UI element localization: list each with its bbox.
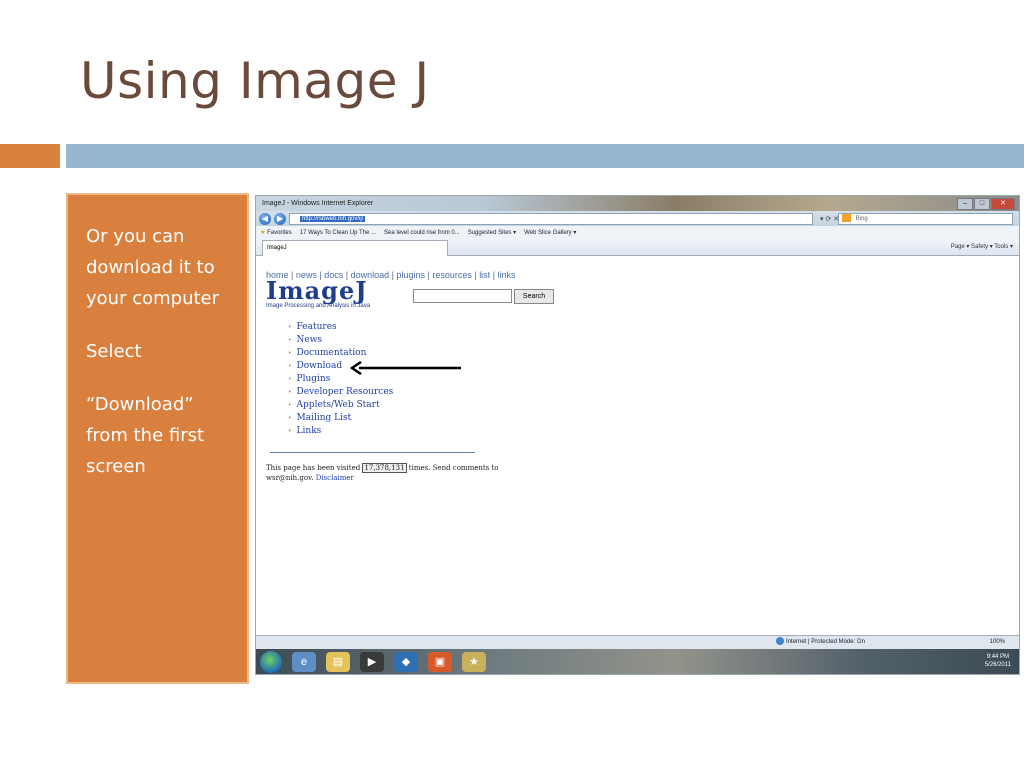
window-controls: – □ ✕ — [957, 198, 1015, 210]
favorite-item-3[interactable]: Suggested Sites ▾ — [468, 226, 516, 240]
tagline: Image Processing and Analysis in Java — [266, 303, 371, 309]
tab-imagej[interactable]: ImageJ — [262, 240, 448, 256]
favorites-label: Favorites — [267, 230, 292, 236]
favorite-item-2[interactable]: Sea level could rise from 0... — [384, 226, 460, 240]
favorite-item-1[interactable]: 17 Ways To Clean Up The ... — [300, 226, 376, 240]
zoom-level[interactable]: 100% — [990, 636, 1005, 649]
link-news[interactable]: News — [288, 334, 1009, 347]
site-search-button[interactable]: Search — [514, 289, 554, 304]
site-search-input[interactable] — [413, 289, 512, 303]
close-button[interactable]: ✕ — [991, 198, 1015, 210]
imagej-app-icon[interactable]: ★ — [462, 651, 486, 672]
back-icon[interactable]: ◀ — [259, 212, 271, 225]
search-placeholder: Bing — [855, 216, 868, 222]
browser-screenshot: ImageJ - Windows Internet Explorer – □ ✕… — [255, 195, 1020, 675]
address-row: ◀ ▶ http://rsbweb.nih.gov/ij/ ▾ ⟳ ✕ Bing — [256, 211, 1019, 226]
folder-icon[interactable]: ▤ — [326, 651, 350, 672]
pointer-arrow-icon — [349, 361, 461, 375]
url-text: http://rsbweb.nih.gov/ij/ — [300, 215, 366, 222]
clock-time: 9:44 PM — [986, 654, 1010, 660]
favorites-bar: ★ Favorites 17 Ways To Clean Up The ... … — [256, 226, 1019, 240]
footer-pre: This page has been visited — [266, 464, 361, 472]
system-clock[interactable]: 9:44 PM 5/26/2011 — [985, 653, 1011, 669]
imagej-logo: ImageJ — [266, 276, 368, 305]
nav-links[interactable]: links — [498, 270, 516, 280]
security-zone: Internet | Protected Mode: On — [776, 636, 865, 649]
media-player-icon[interactable]: ▶ — [360, 651, 384, 672]
window-title: ImageJ - Windows Internet Explorer — [262, 200, 374, 207]
link-developer-resources[interactable]: Developer Resources — [288, 386, 1009, 399]
disclaimer-link[interactable]: Disclaimer — [316, 474, 354, 482]
star-icon: ★ — [260, 230, 266, 236]
forward-icon[interactable]: ▶ — [274, 212, 286, 225]
nav-plugins[interactable]: plugins — [396, 270, 425, 280]
powerpoint-icon[interactable]: ▣ — [428, 651, 452, 672]
internet-explorer-icon[interactable]: e — [292, 651, 316, 672]
clock-date: 5/26/2011 — [984, 662, 1011, 668]
maximize-button[interactable]: □ — [974, 198, 990, 210]
accent-bar-blue — [66, 144, 1024, 168]
panel-text-1: Or you can download it to your computer — [86, 226, 220, 309]
accent-bar-orange — [0, 144, 60, 168]
zone-text: Internet | Protected Mode: On — [786, 639, 865, 645]
nav-list[interactable]: list — [479, 270, 490, 280]
tab-row: ImageJ Page ▾ Safety ▾ Tools ▾ — [256, 240, 1019, 256]
slide-title: Using Image J — [80, 52, 430, 110]
visit-counter: 17,378,131 — [362, 463, 407, 473]
divider — [270, 452, 475, 453]
start-button-icon[interactable] — [260, 650, 282, 673]
web-content: home | news | docs | download | plugins … — [256, 256, 1019, 636]
globe-icon — [776, 637, 784, 646]
link-mailing-list[interactable]: Mailing List — [288, 412, 1009, 425]
top-nav: home | news | docs | download | plugins … — [266, 270, 516, 280]
side-panel: Or you can download it to your computer … — [66, 193, 249, 684]
bing-icon — [842, 214, 851, 223]
link-features[interactable]: Features — [288, 321, 1009, 334]
search-input[interactable]: Bing — [838, 213, 1013, 225]
link-list: Features News Documentation Download Plu… — [288, 321, 1009, 438]
address-bar[interactable]: http://rsbweb.nih.gov/ij/ — [289, 212, 813, 225]
taskbar: e ▤ ▶ ◆ ▣ ★ 9:44 PM 5/26/2011 — [256, 649, 1019, 674]
nav-resources[interactable]: resources — [432, 270, 472, 280]
command-bar[interactable]: Page ▾ Safety ▾ Tools ▾ — [951, 240, 1013, 255]
status-bar: Internet | Protected Mode: On 100% — [256, 635, 1019, 649]
minimize-button[interactable]: – — [957, 198, 973, 210]
ie-titlebar: ImageJ - Windows Internet Explorer – □ ✕ — [256, 196, 1019, 211]
favorites-button[interactable]: ★ Favorites — [260, 226, 292, 240]
favorite-item-4[interactable]: Web Slice Gallery ▾ — [524, 226, 576, 240]
app-icon[interactable]: ◆ — [394, 651, 418, 672]
refresh-stop-icons[interactable]: ▾ ⟳ ✕ — [820, 215, 839, 223]
link-applets-web-start[interactable]: Applets/Web Start — [288, 399, 1009, 412]
panel-text-2: Select — [86, 341, 142, 362]
panel-text-3: “Download” from the first screen — [86, 394, 205, 477]
link-links[interactable]: Links — [288, 425, 1009, 438]
footer-note: This page has been visited 17,378,131 ti… — [266, 463, 526, 483]
link-documentation[interactable]: Documentation — [288, 347, 1009, 360]
